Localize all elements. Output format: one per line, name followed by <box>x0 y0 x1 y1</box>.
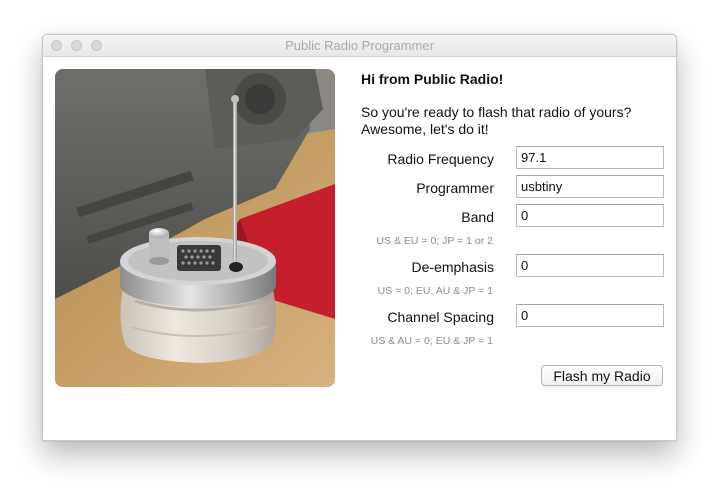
band-input[interactable] <box>516 204 664 227</box>
intro-text: So you're ready to flash that radio of y… <box>361 104 666 138</box>
programmer-input[interactable] <box>516 175 664 198</box>
title-bar[interactable]: Public Radio Programmer <box>43 35 676 57</box>
flash-radio-button[interactable]: Flash my Radio <box>541 365 663 386</box>
form-panel: Hi from Public Radio! So you're ready to… <box>361 69 666 386</box>
band-label: Band <box>461 209 494 225</box>
frequency-label: Radio Frequency <box>387 151 494 167</box>
channel-spacing-hint: US & AU = 0; EU & JP = 1 <box>370 335 493 347</box>
deemphasis-input[interactable] <box>516 254 664 277</box>
window-title: Public Radio Programmer <box>285 38 434 53</box>
band-hint: US & EU = 0; JP = 1 or 2 <box>376 235 493 247</box>
channel-spacing-input[interactable] <box>516 304 664 327</box>
frequency-input[interactable] <box>516 146 664 169</box>
intro-line-1: So you're ready to flash that radio of y… <box>361 104 632 120</box>
deemphasis-label: De-emphasis <box>411 259 494 275</box>
programmer-label: Programmer <box>416 180 494 196</box>
deemphasis-hint: US = 0; EU, AU & JP = 1 <box>377 285 493 297</box>
radio-photo <box>55 69 335 387</box>
greeting-heading: Hi from Public Radio! <box>361 71 504 87</box>
intro-line-2: Awesome, let's do it! <box>361 121 489 137</box>
channel-spacing-label: Channel Spacing <box>387 309 494 325</box>
app-window: Public Radio Programmer Hi from Public R… <box>42 34 677 441</box>
